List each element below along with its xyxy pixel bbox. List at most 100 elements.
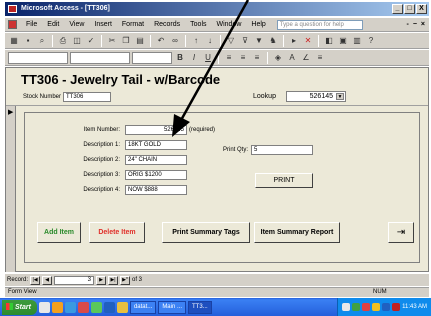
- align-center-icon[interactable]: ≡: [237, 51, 249, 64]
- sort-ascending-icon[interactable]: ↑: [190, 34, 202, 47]
- internet-explorer-icon[interactable]: [64, 301, 76, 313]
- task-main[interactable]: Main ...: [158, 300, 186, 314]
- windows-taskbar: Start datat... Main ... TT3... 11:43 AM: [0, 298, 431, 316]
- document-icon[interactable]: [8, 20, 17, 29]
- menu-file[interactable]: File: [21, 21, 42, 28]
- record-selector[interactable]: ▶: [6, 106, 16, 272]
- font-dropdown[interactable]: [70, 51, 130, 64]
- show-desktop-icon[interactable]: [38, 301, 50, 313]
- delete-item-button[interactable]: Delete Item: [89, 222, 145, 243]
- new-object-icon[interactable]: ▥: [351, 34, 363, 47]
- cut-icon[interactable]: ✂: [106, 34, 118, 47]
- spelling-icon[interactable]: ✓: [85, 34, 97, 47]
- new-record-icon[interactable]: ▸: [288, 34, 300, 47]
- find-icon[interactable]: ♞: [267, 34, 279, 47]
- undo-icon[interactable]: ↶: [155, 34, 167, 47]
- description-1-field[interactable]: 18KT GOLD: [125, 140, 187, 150]
- tray-icon[interactable]: [392, 303, 401, 311]
- line-color-icon[interactable]: ∠: [300, 51, 312, 64]
- maximize-button[interactable]: □: [404, 4, 415, 14]
- fill-color-icon[interactable]: ◈: [272, 51, 284, 64]
- font-size-dropdown[interactable]: [132, 51, 172, 64]
- database-window-icon[interactable]: ▣: [337, 34, 349, 47]
- toolbar-divider: [150, 34, 151, 47]
- copy-icon[interactable]: ❐: [120, 34, 132, 47]
- minimize-button[interactable]: _: [392, 4, 403, 14]
- filter-form-icon[interactable]: ⊽: [239, 34, 251, 47]
- menu-insert[interactable]: Insert: [89, 21, 117, 28]
- previous-record-icon[interactable]: ◀: [42, 275, 53, 285]
- font-color-icon[interactable]: A: [286, 51, 298, 64]
- description-2-field[interactable]: 24" CHAIN: [125, 155, 187, 165]
- save-icon[interactable]: ▪: [22, 34, 34, 47]
- doc-minimize-button[interactable]: -: [406, 21, 408, 28]
- add-item-button[interactable]: Add Item: [37, 222, 81, 243]
- lookup-label: Lookup: [253, 93, 276, 100]
- first-record-icon[interactable]: |◀: [30, 275, 41, 285]
- menu-help[interactable]: Help: [246, 21, 270, 28]
- sort-descending-icon[interactable]: ↓: [204, 34, 216, 47]
- menu-bar: File Edit View Insert Format Records Too…: [5, 18, 429, 32]
- underline-icon[interactable]: U: [202, 51, 214, 64]
- help-question-input[interactable]: Type a question for help: [276, 19, 363, 30]
- quicklaunch-icon[interactable]: [51, 301, 63, 313]
- tray-icon[interactable]: [382, 303, 391, 311]
- paste-icon[interactable]: ▤: [134, 34, 146, 47]
- current-record-field[interactable]: 3: [54, 275, 95, 285]
- task-tt3[interactable]: TT3...: [188, 300, 212, 314]
- quicklaunch-icon[interactable]: [90, 301, 102, 313]
- menu-view[interactable]: View: [64, 21, 89, 28]
- menu-window[interactable]: Window: [212, 21, 247, 28]
- last-record-icon[interactable]: ▶|: [108, 275, 119, 285]
- print-icon[interactable]: ⎙: [57, 34, 69, 47]
- tray-icon[interactable]: [372, 303, 381, 311]
- italic-icon[interactable]: I: [188, 51, 200, 64]
- view-icon[interactable]: ▦: [8, 34, 20, 47]
- quicklaunch-icon[interactable]: [77, 301, 89, 313]
- preview-icon[interactable]: ◫: [71, 34, 83, 47]
- description-3-field[interactable]: ORIG $1200: [125, 170, 187, 180]
- chevron-down-icon[interactable]: ▼: [336, 93, 344, 100]
- align-right-icon[interactable]: ≡: [251, 51, 263, 64]
- exit-door-icon[interactable]: ⇥: [388, 222, 414, 243]
- description-4-field[interactable]: NOW $888: [125, 185, 187, 195]
- apply-filter-icon[interactable]: ▼: [253, 34, 265, 47]
- new-record-nav-icon[interactable]: ▶*: [120, 275, 131, 285]
- next-record-icon[interactable]: ▶: [96, 275, 107, 285]
- properties-icon[interactable]: ◧: [323, 34, 335, 47]
- close-button[interactable]: X: [416, 4, 427, 14]
- menu-records[interactable]: Records: [149, 21, 185, 28]
- tray-icon[interactable]: [362, 303, 371, 311]
- menu-format[interactable]: Format: [117, 21, 149, 28]
- print-qty-field[interactable]: 5: [251, 145, 313, 155]
- item-number-field[interactable]: 526145: [125, 125, 187, 135]
- clock: 11:43 AM: [402, 304, 427, 310]
- start-button[interactable]: Start: [2, 299, 37, 315]
- doc-restore-button[interactable]: −: [413, 21, 417, 28]
- task-datat[interactable]: datat...: [129, 300, 157, 314]
- tray-icon[interactable]: [342, 303, 351, 311]
- line-width-icon[interactable]: ≡: [314, 51, 326, 64]
- search-icon[interactable]: ⌕: [36, 34, 48, 47]
- menu-edit[interactable]: Edit: [42, 21, 64, 28]
- tray-icon[interactable]: [352, 303, 361, 311]
- object-dropdown[interactable]: [8, 51, 68, 64]
- lookup-combo[interactable]: 526145 ▼: [286, 91, 346, 102]
- filter-icon[interactable]: ▽: [225, 34, 237, 47]
- quicklaunch-icon[interactable]: [116, 301, 128, 313]
- quicklaunch-icon[interactable]: [103, 301, 115, 313]
- delete-record-icon[interactable]: ✕: [302, 34, 314, 47]
- detail-section: Item Number: 526145 (required) Descripti…: [24, 112, 420, 263]
- print-summary-tags-button[interactable]: Print Summary Tags: [162, 222, 250, 243]
- num-lock-indicator: NUM: [373, 289, 387, 295]
- hyperlink-icon[interactable]: ∞: [169, 34, 181, 47]
- stock-number-field[interactable]: TT306: [63, 92, 111, 102]
- item-summary-report-button[interactable]: Item Summary Report: [254, 222, 340, 243]
- help-icon[interactable]: ?: [365, 34, 377, 47]
- doc-close-button[interactable]: ×: [421, 21, 425, 28]
- toolbar-divider: [220, 34, 221, 47]
- bold-icon[interactable]: B: [174, 51, 186, 64]
- menu-tools[interactable]: Tools: [185, 21, 211, 28]
- print-button[interactable]: PRINT: [255, 173, 313, 188]
- align-left-icon[interactable]: ≡: [223, 51, 235, 64]
